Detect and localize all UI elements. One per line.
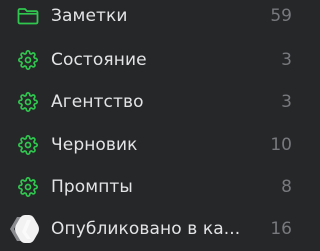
list-item-published[interactable]: Опубликовано в ка... 16 xyxy=(0,208,320,250)
list-item-prompts[interactable]: Промпты 8 xyxy=(0,166,320,208)
gear-icon xyxy=(17,91,39,113)
list-item-label: Промпты xyxy=(51,177,133,197)
list-item-count: 10 xyxy=(270,135,292,155)
list-item-label: Агентство xyxy=(51,92,144,112)
list-item-label: Заметки xyxy=(51,6,128,26)
folder-icon xyxy=(17,5,39,27)
gear-icon xyxy=(17,49,39,71)
list-item-count: 3 xyxy=(281,50,292,70)
list-item-notes[interactable]: Заметки 59 xyxy=(0,0,320,37)
list-item-count: 8 xyxy=(281,177,292,197)
folder-list: Заметки 59 Состояние 3 Агентство 3 Черно… xyxy=(0,0,320,251)
gear-icon xyxy=(17,134,39,156)
list-item-state[interactable]: Состояние 3 xyxy=(0,39,320,81)
list-item-label: Черновик xyxy=(51,135,138,155)
list-item-agency[interactable]: Агентство 3 xyxy=(0,81,320,123)
list-item-label: Состояние xyxy=(51,50,147,70)
list-item-count: 3 xyxy=(281,92,292,112)
gear-icon xyxy=(17,176,39,198)
list-item-label: Опубликовано в ка... xyxy=(51,219,241,239)
list-item-count: 59 xyxy=(270,6,292,26)
list-item-count: 16 xyxy=(270,219,292,239)
list-item-draft[interactable]: Черновик 10 xyxy=(0,124,320,166)
publish-logo-icon xyxy=(7,212,41,246)
